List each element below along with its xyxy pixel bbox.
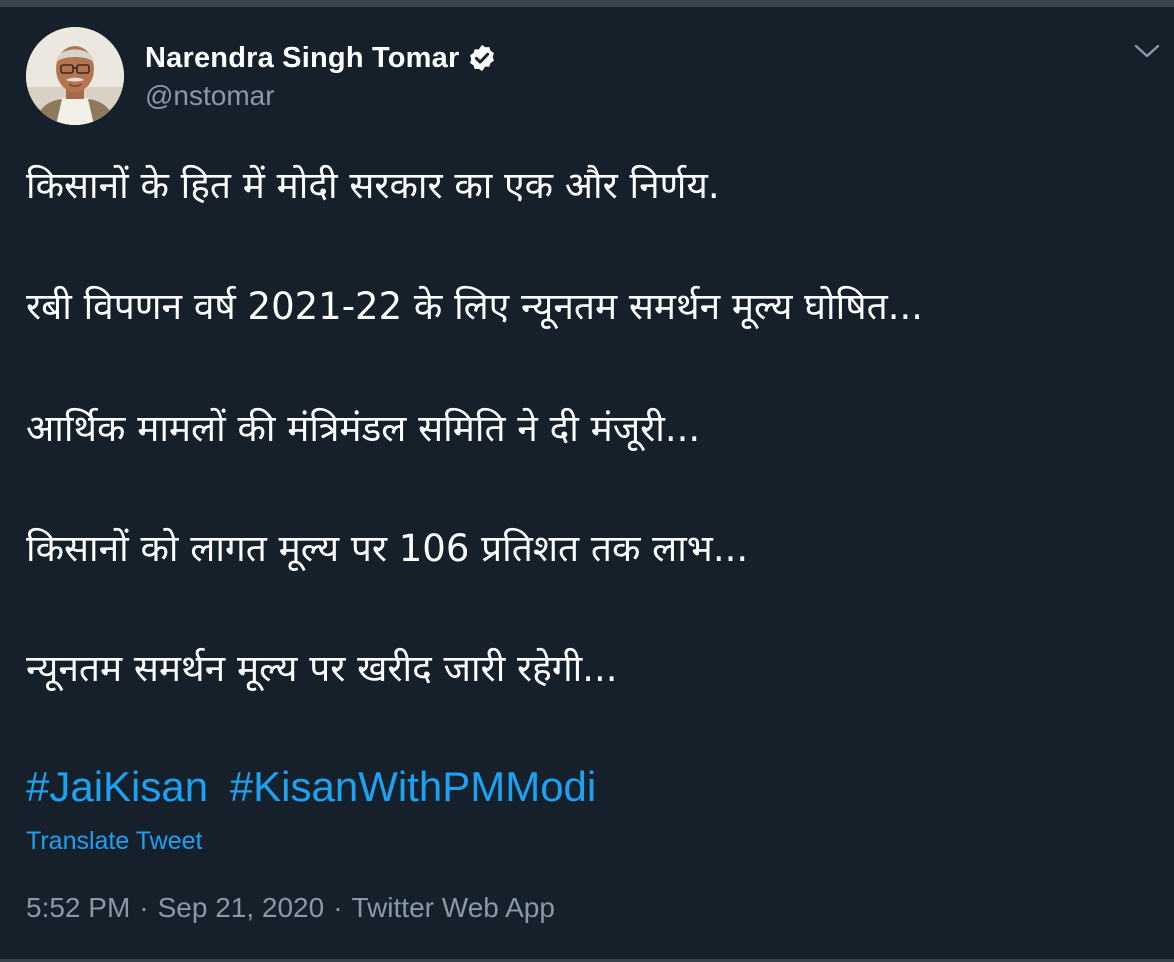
meta-separator: ·: [139, 892, 149, 923]
hashtag-link[interactable]: #JaiKisan: [26, 763, 208, 810]
meta-separator: ·: [333, 892, 343, 923]
author-display-name[interactable]: Narendra Singh Tomar: [145, 42, 459, 75]
author-handle[interactable]: @nstomar: [145, 80, 497, 112]
tweet-date[interactable]: Sep 21, 2020: [158, 892, 325, 923]
hashtag-row: #JaiKisan #KisanWithPMModi: [26, 761, 596, 813]
author-block: Narendra Singh Tomar @nstomar: [145, 38, 497, 112]
tweet-line: किसानों को लागत मूल्य पर 106 प्रतिशत तक …: [26, 527, 749, 570]
tweet-line: किसानों के हित में मोदी सरकार का एक और न…: [26, 164, 720, 207]
top-divider: [0, 0, 1174, 7]
author-name-row: Narendra Singh Tomar: [145, 38, 497, 78]
chevron-down-icon[interactable]: [1132, 40, 1162, 62]
avatar-photo: [26, 27, 124, 125]
avatar[interactable]: [26, 27, 124, 125]
translate-tweet-link[interactable]: Translate Tweet: [26, 827, 202, 856]
tweet-line: न्यूनतम समर्थन मूल्य पर खरीद जारी रहेगी.…: [26, 647, 618, 690]
tweet-line: रबी विपणन वर्ष 2021-22 के लिए न्यूनतम सम…: [26, 285, 923, 328]
hashtag-link[interactable]: #KisanWithPMModi: [230, 763, 596, 810]
tweet-meta: 5:52 PM · Sep 21, 2020 · Twitter Web App: [26, 892, 555, 924]
tweet-line: आर्थिक मामलों की मंत्रिमंडल समिति ने दी …: [26, 407, 701, 450]
verified-badge-icon: [467, 43, 497, 73]
tweet-time[interactable]: 5:52 PM: [26, 892, 130, 923]
tweet-source[interactable]: Twitter Web App: [352, 892, 555, 923]
